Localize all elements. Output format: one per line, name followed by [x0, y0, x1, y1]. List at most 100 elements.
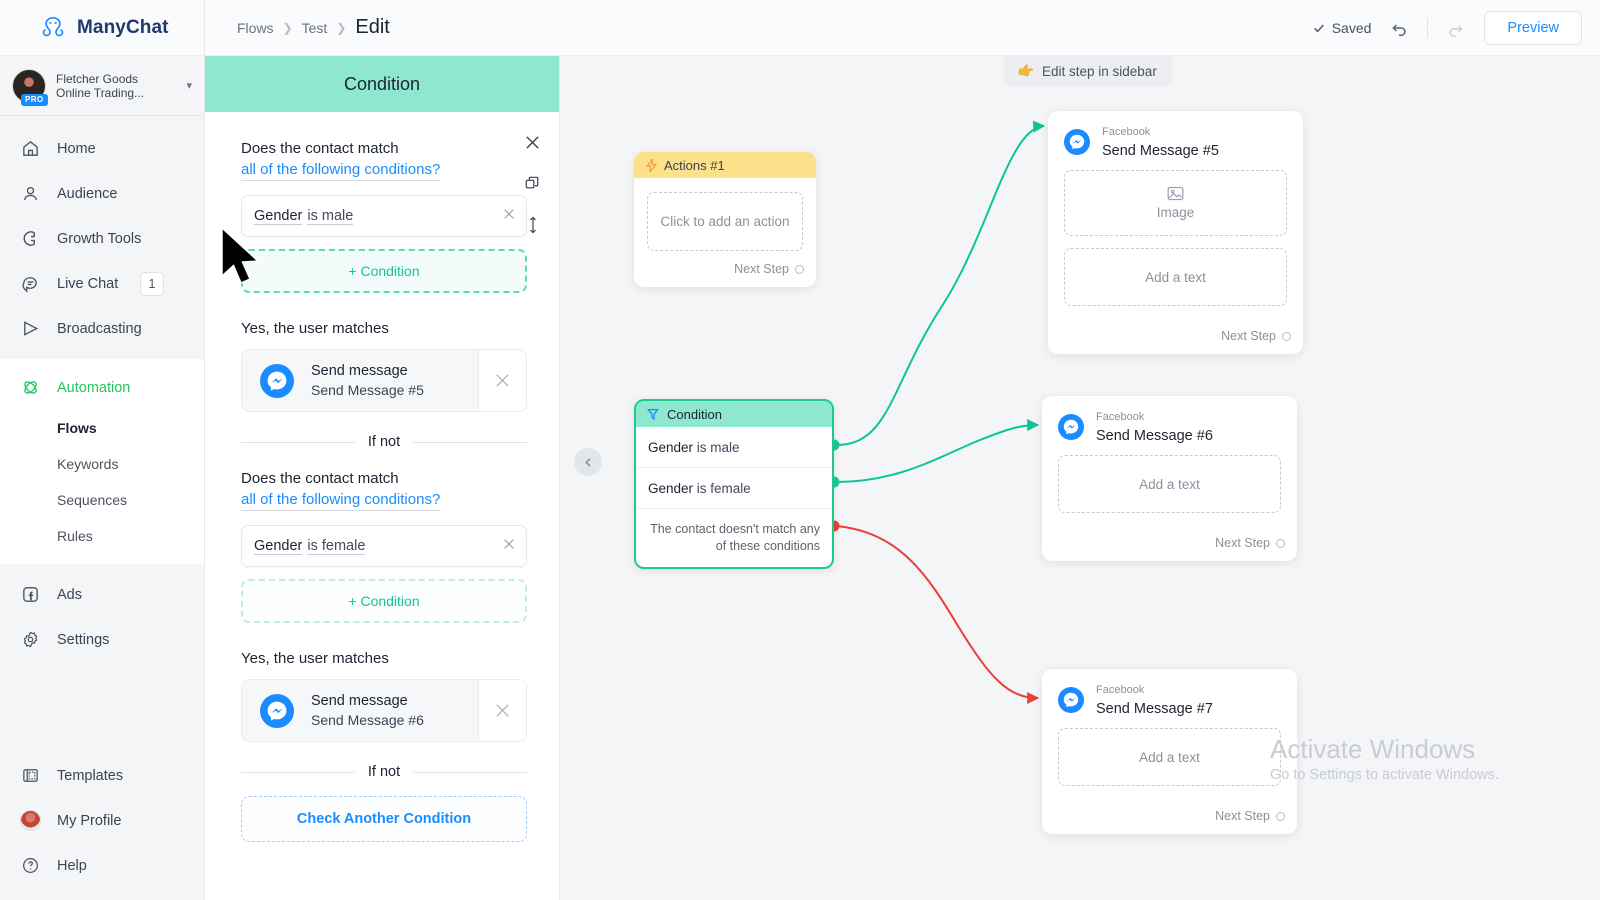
messenger-icon: [1058, 687, 1084, 713]
duplicate-icon[interactable]: [525, 176, 540, 196]
sidebar-subitem-sequences[interactable]: Sequences: [0, 482, 204, 518]
remove-condition-button[interactable]: [502, 207, 516, 226]
account-switcher[interactable]: PRO Fletcher Goods Online Trading... ▾: [0, 56, 204, 116]
add-condition-button[interactable]: + Condition: [241, 579, 527, 623]
node-channel-label: Facebook: [1102, 126, 1151, 138]
node-next-step[interactable]: Next Step: [1042, 798, 1297, 834]
sidebar-item-my-profile[interactable]: My Profile: [0, 798, 204, 843]
page-title: Edit: [355, 16, 390, 38]
node-title: Send Message #7: [1096, 701, 1213, 717]
top-bar: Flows ❯ Test ❯ Edit Saved Preview: [205, 0, 1600, 56]
text-slot-label: Add a text: [1145, 269, 1206, 285]
collapse-panel-button[interactable]: [574, 448, 602, 476]
gear-icon: [19, 629, 41, 651]
condition-field-value[interactable]: is male: [307, 208, 354, 225]
next-step-dot-icon: [1276, 538, 1285, 548]
chevron-right-icon: ❯: [336, 20, 347, 35]
chevron-right-icon: ❯: [282, 20, 293, 35]
redo-button[interactable]: [1446, 18, 1466, 38]
remove-condition-button[interactable]: [502, 537, 516, 556]
checkmark-icon: [1313, 24, 1324, 33]
condition-row[interactable]: Gender is female: [636, 468, 832, 509]
messenger-icon: [260, 693, 294, 728]
brand-logo[interactable]: ManyChat: [0, 0, 204, 56]
check-another-condition-button[interactable]: Check Another Condition: [241, 796, 527, 842]
sidebar-item-growth-tools[interactable]: Growth Tools: [0, 216, 204, 261]
node-actions[interactable]: Actions #1 Click to add an action Next S…: [634, 152, 816, 287]
image-slot[interactable]: Image: [1064, 170, 1287, 236]
condition-field-value[interactable]: is female: [307, 538, 366, 555]
sidebar-item-label: My Profile: [57, 812, 122, 829]
action-card-subtitle: Send Message #6: [311, 711, 424, 728]
sidebar-item-ads[interactable]: Ads: [0, 572, 204, 617]
remove-action-button[interactable]: [478, 350, 526, 411]
condition-row-field: Gender: [648, 440, 694, 455]
action-card-title: Send message: [311, 692, 408, 709]
if-not-divider: If not: [241, 434, 527, 450]
undo-button[interactable]: [1389, 18, 1409, 38]
text-slot[interactable]: Add a text: [1058, 455, 1281, 513]
action-card-send-message-5[interactable]: Send message Send Message #5: [241, 349, 527, 412]
condition-field-name[interactable]: Gender: [254, 208, 303, 225]
sidebar-item-templates[interactable]: Templates: [0, 753, 204, 798]
preview-button[interactable]: Preview: [1484, 10, 1582, 45]
sidebar-subitem-flows[interactable]: Flows: [0, 410, 204, 446]
node-condition-header: Condition: [636, 401, 832, 427]
sidebar-item-live-chat[interactable]: Live Chat 1: [0, 261, 204, 306]
lightning-bolt-icon: [646, 158, 657, 172]
flow-canvas[interactable]: Edit step in sidebar Actions #1 Click to…: [560, 56, 1600, 900]
node-send-message-5[interactable]: Facebook Send Message #5 Image Add a tex…: [1048, 111, 1303, 354]
match-type-selector[interactable]: all of the following conditions?: [241, 489, 441, 511]
text-slot[interactable]: Add a text: [1064, 248, 1287, 306]
sidebar-subitem-label: Sequences: [57, 492, 128, 508]
check-another-condition-label: Check Another Condition: [296, 811, 472, 827]
breadcrumb-flows[interactable]: Flows: [237, 20, 274, 36]
sidebar-item-label: Home: [57, 140, 96, 157]
node-actions-title: Actions #1: [664, 157, 725, 173]
action-card-send-message-6[interactable]: Send message Send Message #6: [241, 679, 527, 742]
add-action-slot[interactable]: Click to add an action: [647, 192, 803, 251]
panel-header: Condition: [205, 56, 559, 112]
next-step-dot-icon: [1276, 811, 1285, 821]
edge-male-to-msg5: [835, 120, 1046, 446]
sidebar-item-label: Live Chat: [57, 275, 119, 292]
sidebar-item-help[interactable]: Help: [0, 843, 204, 888]
sidebar-item-label: Settings: [57, 631, 110, 648]
node-send-message-6[interactable]: Facebook Send Message #6 Add a text Next…: [1042, 396, 1297, 561]
condition-block-1: Does the contact match all of the follow…: [241, 138, 527, 450]
node-next-step[interactable]: Next Step: [1048, 318, 1303, 354]
node-condition[interactable]: Condition Gender is male Gender is femal…: [634, 399, 834, 569]
condition-row[interactable]: Gender is male: [636, 427, 832, 468]
condition-input-row[interactable]: Gender is female: [241, 525, 527, 567]
sidebar-subitem-label: Rules: [57, 528, 93, 544]
user-icon: [19, 183, 41, 205]
node-actions-next-step[interactable]: Next Step: [634, 251, 816, 287]
sidebar-item-settings[interactable]: Settings: [0, 617, 204, 662]
add-condition-button[interactable]: + Condition: [241, 249, 527, 293]
close-icon[interactable]: [524, 134, 541, 156]
sidebar-item-home[interactable]: Home: [0, 126, 204, 171]
sidebar-item-label: Ads: [57, 586, 82, 603]
sidebar-item-audience[interactable]: Audience: [0, 171, 204, 216]
sidebar-item-automation[interactable]: Automation: [0, 365, 204, 410]
condition-fallback: The contact doesn't match any of these c…: [636, 509, 832, 567]
account-name: Fletcher Goods: [56, 71, 139, 86]
breadcrumb-test[interactable]: Test: [302, 20, 328, 36]
chevron-left-icon: [584, 457, 591, 467]
sidebar-subitem-rules[interactable]: Rules: [0, 518, 204, 554]
condition-field-name[interactable]: Gender: [254, 538, 303, 555]
node-send-message-7[interactable]: Facebook Send Message #7 Add a text Next…: [1042, 669, 1297, 834]
sidebar-item-broadcasting[interactable]: Broadcasting: [0, 306, 204, 351]
node-next-step[interactable]: Next Step: [1042, 525, 1297, 561]
text-slot[interactable]: Add a text: [1058, 728, 1281, 786]
sidebar-subitem-label: Keywords: [57, 456, 119, 472]
windows-activation-watermark: Activate Windows Go to Settings to activ…: [1270, 733, 1499, 785]
next-step-dot-icon: [795, 264, 804, 274]
move-updown-icon[interactable]: [526, 216, 540, 239]
sidebar-subitem-keywords[interactable]: Keywords: [0, 446, 204, 482]
match-type-selector[interactable]: all of the following conditions?: [241, 159, 441, 181]
remove-action-button[interactable]: [478, 680, 526, 741]
node-condition-title: Condition: [667, 406, 722, 422]
chevron-down-icon: ▾: [186, 80, 192, 92]
condition-input-row[interactable]: Gender is male: [241, 195, 527, 237]
